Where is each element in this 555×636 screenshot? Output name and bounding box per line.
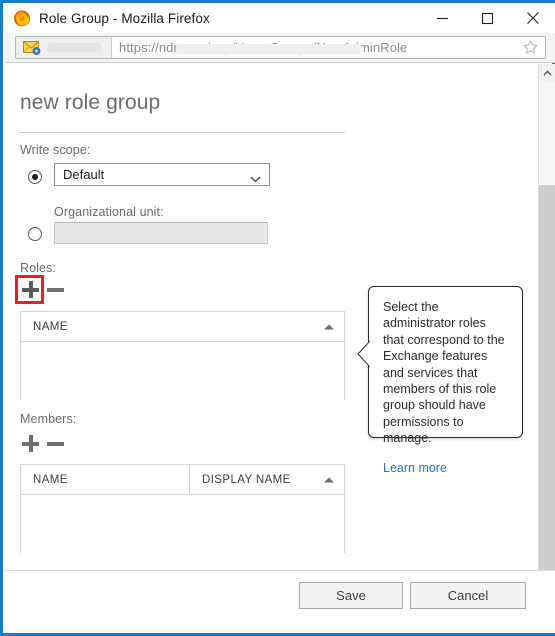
info-callout: Select the administrator roles that corr… — [357, 286, 523, 475]
learn-more-link[interactable]: Learn more — [383, 461, 508, 475]
members-column-display-name-label: DISPLAY NAME — [202, 473, 291, 486]
chevron-down-icon — [250, 171, 261, 183]
cancel-button[interactable]: Cancel — [410, 582, 526, 609]
scrollbar-track-upper[interactable] — [539, 81, 555, 185]
members-remove-button[interactable] — [47, 435, 64, 452]
roles-add-button[interactable] — [22, 281, 39, 298]
organizational-unit-input[interactable] — [54, 222, 268, 244]
minimize-button[interactable] — [420, 3, 465, 33]
window-controls — [420, 3, 555, 33]
url-display[interactable]: https://ndr.com/ecp/UsersGroups/NewAdmin… — [119, 40, 518, 55]
roles-remove-button[interactable] — [47, 281, 64, 298]
write-scope-select[interactable]: Default — [54, 163, 270, 186]
organizational-unit-label: Organizational unit: — [54, 205, 164, 219]
url-host-redacted — [176, 44, 361, 54]
roles-label: Roles: — [20, 261, 57, 275]
write-scope-default-radio[interactable] — [28, 170, 42, 184]
page-scrollbar[interactable] — [538, 64, 555, 633]
page-content: new role group Write scope: Default Orga… — [6, 64, 555, 633]
sort-ascending-icon — [324, 477, 334, 482]
star-icon[interactable] — [522, 39, 539, 56]
callout-text: Select the administrator roles that corr… — [383, 300, 505, 446]
members-column-display-name[interactable]: DISPLAY NAME — [189, 465, 344, 494]
browser-window: Role Group - Mozilla Firefox https://ndr… — [0, 0, 555, 636]
address-bar[interactable]: https://ndr.com/ecp/UsersGroups/NewAdmin… — [15, 36, 546, 59]
maximize-button[interactable] — [465, 3, 510, 33]
title-bar: Role Group - Mozilla Firefox — [3, 0, 555, 33]
write-scope-ou-radio[interactable] — [28, 227, 42, 241]
scrollbar-thumb[interactable] — [539, 185, 555, 595]
members-label: Members: — [20, 412, 77, 426]
write-scope-label: Write scope: — [20, 143, 91, 157]
roles-column-name[interactable]: NAME — [21, 312, 344, 341]
members-grid-header: NAME DISPLAY NAME — [21, 465, 344, 495]
roles-grid-header: NAME — [21, 312, 344, 342]
roles-grid-body[interactable] — [21, 342, 344, 400]
callout-pointer — [357, 340, 371, 368]
members-column-name-label: NAME — [33, 473, 68, 486]
save-button[interactable]: Save — [299, 582, 403, 609]
title-divider — [20, 132, 345, 133]
roles-column-name-label: NAME — [33, 320, 68, 333]
members-grid[interactable]: NAME DISPLAY NAME — [20, 464, 345, 553]
site-identity-label-redacted — [47, 43, 102, 52]
window-title: Role Group - Mozilla Firefox — [39, 10, 210, 26]
mail-envelope-icon — [23, 40, 41, 55]
dialog-action-bar: Save Cancel — [6, 570, 555, 633]
members-grid-body[interactable] — [21, 495, 344, 553]
write-scope-selected-value: Default — [63, 167, 105, 182]
close-button[interactable] — [510, 3, 555, 33]
firefox-icon — [13, 9, 31, 27]
scroll-up-button[interactable] — [539, 64, 555, 81]
members-add-button[interactable] — [22, 435, 39, 452]
url-prefix: https://ndr — [119, 40, 178, 55]
roles-grid[interactable]: NAME — [20, 311, 345, 400]
sort-ascending-icon — [324, 324, 334, 329]
navigation-toolbar: https://ndr.com/ecp/UsersGroups/NewAdmin… — [6, 33, 555, 63]
members-column-name[interactable]: NAME — [21, 465, 189, 494]
page-title: new role group — [20, 91, 161, 114]
site-identity-block[interactable] — [16, 37, 112, 58]
